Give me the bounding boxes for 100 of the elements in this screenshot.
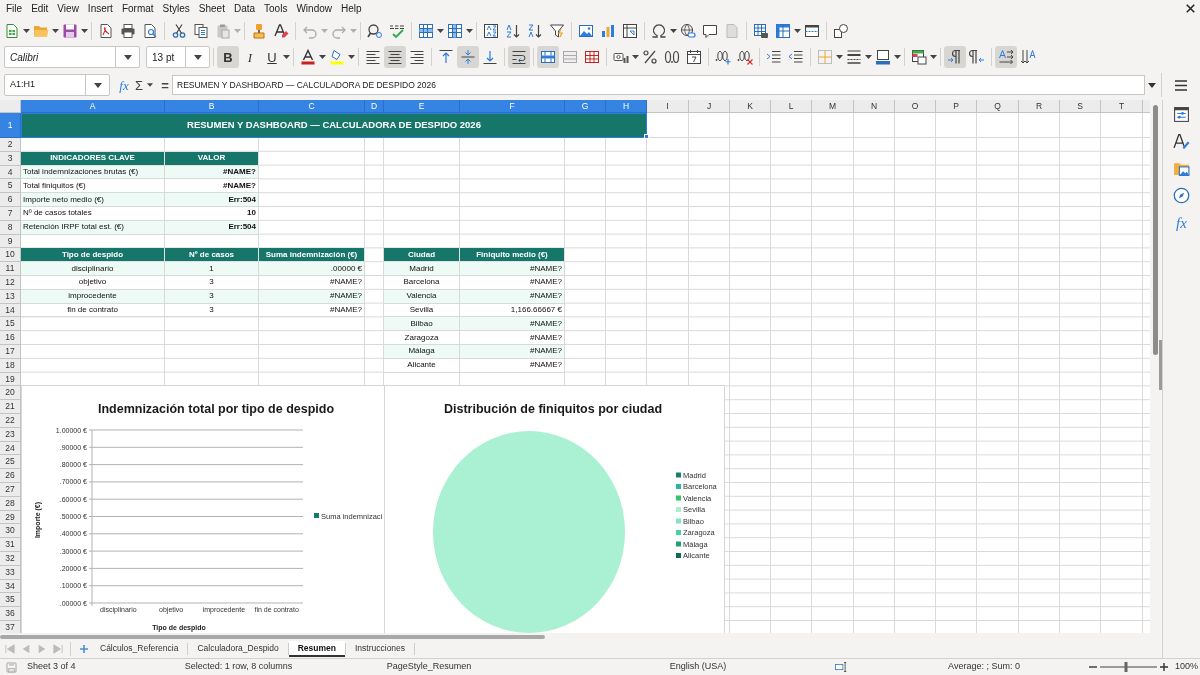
italic-button[interactable]: I bbox=[239, 46, 261, 68]
close-icon[interactable] bbox=[1186, 4, 1195, 13]
menu-item[interactable]: File bbox=[6, 4, 23, 14]
column-header[interactable]: R bbox=[1019, 100, 1060, 113]
functions-button[interactable]: fx bbox=[1171, 214, 1192, 232]
caret-icon[interactable] bbox=[670, 29, 677, 33]
zoom-level[interactable]: 100% bbox=[1175, 660, 1199, 674]
column-header[interactable]: P bbox=[936, 100, 977, 113]
properties-icon[interactable] bbox=[1173, 106, 1190, 123]
column-header[interactable]: N bbox=[854, 100, 895, 113]
menu-item[interactable]: Data bbox=[233, 4, 256, 14]
menu-item[interactable]: Edit bbox=[31, 4, 49, 14]
row-header[interactable]: 35 bbox=[0, 593, 21, 608]
row-header[interactable]: 2 bbox=[0, 138, 21, 152]
caret-icon[interactable] bbox=[23, 29, 30, 33]
language[interactable]: English (USA) bbox=[669, 660, 727, 674]
caret-icon[interactable] bbox=[836, 55, 843, 59]
caret-icon[interactable] bbox=[865, 55, 872, 59]
menu-item[interactable]: Insert bbox=[87, 4, 113, 14]
sheet-tab[interactable]: Calculadora_Despido bbox=[188, 641, 288, 657]
column-header[interactable]: Q bbox=[977, 100, 1019, 113]
row-header[interactable]: 16 bbox=[0, 331, 21, 345]
align-center-button[interactable] bbox=[384, 46, 406, 68]
zoom-slider-thumb[interactable] bbox=[1124, 662, 1128, 672]
menu-item[interactable]: Styles bbox=[162, 4, 190, 14]
column-header[interactable]: B bbox=[165, 100, 259, 113]
text-horizontal-button[interactable] bbox=[995, 46, 1017, 68]
minus-icon[interactable] bbox=[1089, 663, 1097, 671]
sum-button[interactable]: Σ bbox=[132, 75, 146, 95]
caret-icon[interactable] bbox=[283, 55, 290, 59]
menu-item[interactable]: Tools bbox=[264, 4, 288, 14]
column-header[interactable]: T bbox=[1101, 100, 1143, 113]
column-header[interactable]: M bbox=[812, 100, 854, 113]
scrollbar-thumb[interactable] bbox=[1153, 105, 1158, 355]
caret-icon[interactable] bbox=[123, 54, 132, 60]
column-header[interactable]: A bbox=[21, 100, 165, 113]
caret-icon[interactable] bbox=[319, 55, 326, 59]
column-header[interactable]: S bbox=[1060, 100, 1101, 113]
caret-icon[interactable] bbox=[93, 82, 102, 88]
row-header[interactable]: 11 bbox=[0, 262, 21, 276]
menu-item[interactable]: Format bbox=[121, 4, 154, 14]
caret-icon[interactable] bbox=[930, 55, 937, 59]
merge-center-button[interactable] bbox=[537, 46, 559, 68]
function-wizard-button[interactable]: fx bbox=[116, 75, 132, 95]
caret-icon[interactable] bbox=[81, 29, 88, 33]
row-header[interactable]: 36 bbox=[0, 607, 21, 621]
fill-handle[interactable] bbox=[644, 134, 649, 139]
column-header[interactable]: I bbox=[647, 100, 689, 113]
bold-button[interactable]: B bbox=[217, 46, 239, 68]
styles-icon[interactable] bbox=[1173, 133, 1190, 150]
menu-item[interactable]: Window bbox=[296, 4, 332, 14]
row-header[interactable]: 10 bbox=[0, 248, 21, 263]
row-header[interactable]: 26 bbox=[0, 469, 21, 483]
column-header[interactable]: F bbox=[460, 100, 565, 113]
menu-item[interactable]: Sheet bbox=[198, 4, 225, 14]
caret-icon[interactable] bbox=[466, 29, 473, 33]
wrap-text-button[interactable] bbox=[508, 46, 530, 68]
caret-icon[interactable] bbox=[794, 29, 801, 33]
sheet-tab[interactable]: Cálculos_Referencia bbox=[91, 641, 188, 657]
left-to-right-button[interactable] bbox=[944, 46, 966, 68]
caret-icon[interactable] bbox=[437, 29, 444, 33]
column-header[interactable]: O bbox=[895, 100, 936, 113]
font-size-box[interactable]: 13 pt bbox=[146, 46, 210, 68]
row-header[interactable]: 21 bbox=[0, 400, 21, 414]
formula-input[interactable]: RESUMEN Y DASHBOARD — CALCULADORA DE DESPIDO 2026 bbox=[172, 75, 1145, 95]
menu-item[interactable]: View bbox=[57, 4, 79, 14]
gallery-icon[interactable] bbox=[1173, 160, 1190, 177]
column-header[interactable]: D bbox=[365, 100, 384, 113]
caret-icon[interactable] bbox=[52, 29, 59, 33]
formula-button[interactable]: = bbox=[158, 75, 172, 95]
column-header[interactable]: C bbox=[259, 100, 365, 113]
column-header[interactable]: J bbox=[689, 100, 730, 113]
row-header[interactable]: 1 bbox=[0, 113, 21, 138]
caret-icon[interactable] bbox=[348, 55, 355, 59]
menu-item[interactable]: Help bbox=[341, 4, 362, 14]
caret-icon[interactable] bbox=[894, 55, 901, 59]
scrollbar-thumb[interactable] bbox=[0, 634, 545, 639]
font-name-box[interactable]: Calibri bbox=[4, 46, 140, 68]
column-header[interactable]: G bbox=[565, 100, 606, 113]
row-header[interactable]: 30 bbox=[0, 524, 21, 539]
caret-icon[interactable] bbox=[1148, 82, 1156, 88]
row-header[interactable]: 5 bbox=[0, 179, 21, 194]
plus-icon[interactable] bbox=[1160, 663, 1168, 671]
caret-icon[interactable] bbox=[193, 54, 202, 60]
row-header[interactable]: 25 bbox=[0, 455, 21, 470]
sheet-tab[interactable]: Instrucciones bbox=[346, 641, 415, 657]
column-header[interactable]: E bbox=[384, 100, 460, 113]
column-header[interactable]: L bbox=[771, 100, 812, 113]
row-header[interactable]: 15 bbox=[0, 317, 21, 332]
name-box[interactable]: A1:H1 bbox=[4, 74, 110, 96]
row-header[interactable]: 6 bbox=[0, 193, 21, 207]
caret-icon[interactable] bbox=[632, 55, 639, 59]
caret-icon[interactable] bbox=[147, 83, 153, 87]
row-header[interactable]: 20 bbox=[0, 386, 21, 401]
menu-icon[interactable] bbox=[1174, 79, 1187, 91]
page-style[interactable]: PageStyle_Resumen bbox=[386, 660, 472, 674]
column-header[interactable]: H bbox=[606, 100, 647, 113]
underline-button[interactable]: U bbox=[261, 46, 283, 68]
compass-icon[interactable] bbox=[1173, 187, 1190, 204]
column-header[interactable]: K bbox=[730, 100, 771, 113]
